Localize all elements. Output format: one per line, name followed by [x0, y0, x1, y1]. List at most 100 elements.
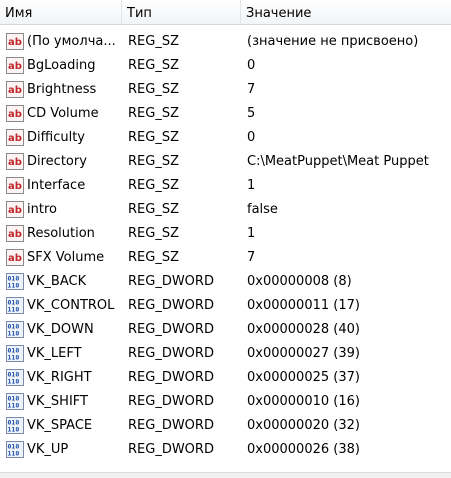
value-name: SFX Volume: [27, 250, 105, 265]
value-type: REG_SZ: [128, 226, 179, 241]
dword-value-icon: 010 110: [6, 297, 24, 314]
table-row[interactable]: 010 110 VK_DOWN REG_DWORD 0x00000028 (40): [0, 318, 451, 342]
string-value-icon: ab: [6, 105, 24, 122]
value-type: REG_SZ: [128, 130, 179, 145]
value-name: BgLoading: [27, 58, 96, 73]
value-type: REG_DWORD: [128, 346, 214, 361]
value-data: 0: [247, 130, 256, 145]
table-row[interactable]: ab Difficulty REG_SZ 0: [0, 126, 451, 150]
table-row[interactable]: ab SFX Volume REG_SZ 7: [0, 246, 451, 270]
dword-value-icon: 010 110: [6, 369, 24, 386]
value-type: REG_DWORD: [128, 298, 214, 313]
table-row[interactable]: ab Interface REG_SZ 1: [0, 174, 451, 198]
svg-text:110: 110: [8, 426, 20, 434]
value-data: false: [247, 202, 278, 217]
value-data: 1: [247, 178, 256, 193]
value-type: REG_SZ: [128, 202, 179, 217]
table-row[interactable]: 010 110 VK_CONTROL REG_DWORD 0x00000011 (1…: [0, 294, 451, 318]
table-row[interactable]: ab Brightness REG_SZ 7: [0, 78, 451, 102]
table-row[interactable]: 010 110 VK_RIGHT REG_DWORD 0x00000025 (37): [0, 366, 451, 390]
string-value-icon: ab: [6, 57, 24, 74]
string-value-icon: ab: [6, 201, 24, 218]
svg-text:ab: ab: [8, 253, 22, 264]
column-header-name[interactable]: Имя: [0, 0, 122, 24]
value-data: 0x00000028 (40): [247, 322, 360, 337]
string-value-icon: ab: [6, 249, 24, 266]
value-name: VK_UP: [27, 442, 69, 457]
table-row[interactable]: ab intro REG_SZ false: [0, 198, 451, 222]
table-row[interactable]: 010 110 VK_SPACE REG_DWORD 0x00000020 (32): [0, 414, 451, 438]
svg-text:ab: ab: [8, 157, 22, 168]
table-row[interactable]: 010 110 VK_BACK REG_DWORD 0x00000008 (8): [0, 270, 451, 294]
svg-text:ab: ab: [8, 181, 22, 192]
value-data: 0x00000011 (17): [247, 298, 360, 313]
svg-text:ab: ab: [8, 37, 22, 48]
svg-text:110: 110: [8, 378, 20, 386]
value-name: VK_CONTROL: [27, 298, 115, 313]
value-type: REG_SZ: [128, 82, 179, 97]
dword-value-icon: 010 110: [6, 345, 24, 362]
table-row[interactable]: ab Directory REG_SZ C:\MeatPuppet\Meat Pup…: [0, 150, 451, 174]
svg-text:110: 110: [8, 306, 20, 314]
table-row[interactable]: ab CD Volume REG_SZ 5: [0, 102, 451, 126]
value-name: Resolution: [27, 226, 95, 241]
string-value-icon: ab: [6, 129, 24, 146]
registry-values-list: ab (По умолча... REG_SZ (значение не присв…: [0, 30, 451, 462]
value-type: REG_SZ: [128, 34, 179, 49]
column-header-value[interactable]: Значение: [241, 0, 451, 24]
value-data: 0x00000010 (16): [247, 394, 360, 409]
value-name: Brightness: [27, 82, 97, 97]
value-name: VK_LEFT: [27, 346, 82, 361]
table-row[interactable]: 010 110 VK_LEFT REG_DWORD 0x00000027 (39): [0, 342, 451, 366]
value-name: intro: [27, 202, 57, 217]
value-type: REG_SZ: [128, 106, 179, 121]
value-type: REG_SZ: [128, 58, 179, 73]
value-data: 0x00000027 (39): [247, 346, 360, 361]
svg-text:ab: ab: [8, 229, 22, 240]
horizontal-scrollbar[interactable]: [0, 472, 451, 478]
column-header-type[interactable]: Тип: [122, 0, 241, 24]
value-data: 0x00000008 (8): [247, 274, 352, 289]
value-data: 0x00000020 (32): [247, 418, 360, 433]
value-name: VK_RIGHT: [27, 370, 92, 385]
svg-text:ab: ab: [8, 133, 22, 144]
svg-text:ab: ab: [8, 109, 22, 120]
table-row[interactable]: 010 110 VK_UP REG_DWORD 0x00000026 (38): [0, 438, 451, 462]
svg-text:ab: ab: [8, 61, 22, 72]
svg-text:ab: ab: [8, 205, 22, 216]
svg-text:110: 110: [8, 402, 20, 410]
table-row[interactable]: ab Resolution REG_SZ 1: [0, 222, 451, 246]
value-data: 7: [247, 250, 256, 265]
dword-value-icon: 010 110: [6, 441, 24, 458]
value-type: REG_DWORD: [128, 418, 214, 433]
dword-value-icon: 010 110: [6, 321, 24, 338]
svg-text:110: 110: [8, 354, 20, 362]
value-name: Difficulty: [27, 130, 85, 145]
value-type: REG_SZ: [128, 154, 179, 169]
string-value-icon: ab: [6, 81, 24, 98]
string-value-icon: ab: [6, 33, 24, 50]
dword-value-icon: 010 110: [6, 417, 24, 434]
table-row[interactable]: 010 110 VK_SHIFT REG_DWORD 0x00000010 (16): [0, 390, 451, 414]
value-name: VK_DOWN: [27, 322, 94, 337]
dword-value-icon: 010 110: [6, 273, 24, 290]
value-type: REG_DWORD: [128, 370, 214, 385]
value-type: REG_DWORD: [128, 442, 214, 457]
value-type: REG_DWORD: [128, 274, 214, 289]
value-name: CD Volume: [27, 106, 99, 121]
value-type: REG_SZ: [128, 250, 179, 265]
value-name: VK_SHIFT: [27, 394, 88, 409]
svg-text:ab: ab: [8, 85, 22, 96]
table-row[interactable]: ab BgLoading REG_SZ 0: [0, 54, 451, 78]
value-type: REG_DWORD: [128, 322, 214, 337]
value-type: REG_DWORD: [128, 394, 214, 409]
value-data: 5: [247, 106, 256, 121]
value-data: 0: [247, 58, 256, 73]
svg-text:110: 110: [8, 282, 20, 290]
value-data: (значение не присвоено): [247, 34, 419, 49]
table-row[interactable]: ab (По умолча... REG_SZ (значение не присв…: [0, 30, 451, 54]
value-type: REG_SZ: [128, 178, 179, 193]
value-data: 0x00000025 (37): [247, 370, 360, 385]
value-name: Interface: [27, 178, 86, 193]
list-header: Имя Тип Значение: [0, 0, 451, 25]
